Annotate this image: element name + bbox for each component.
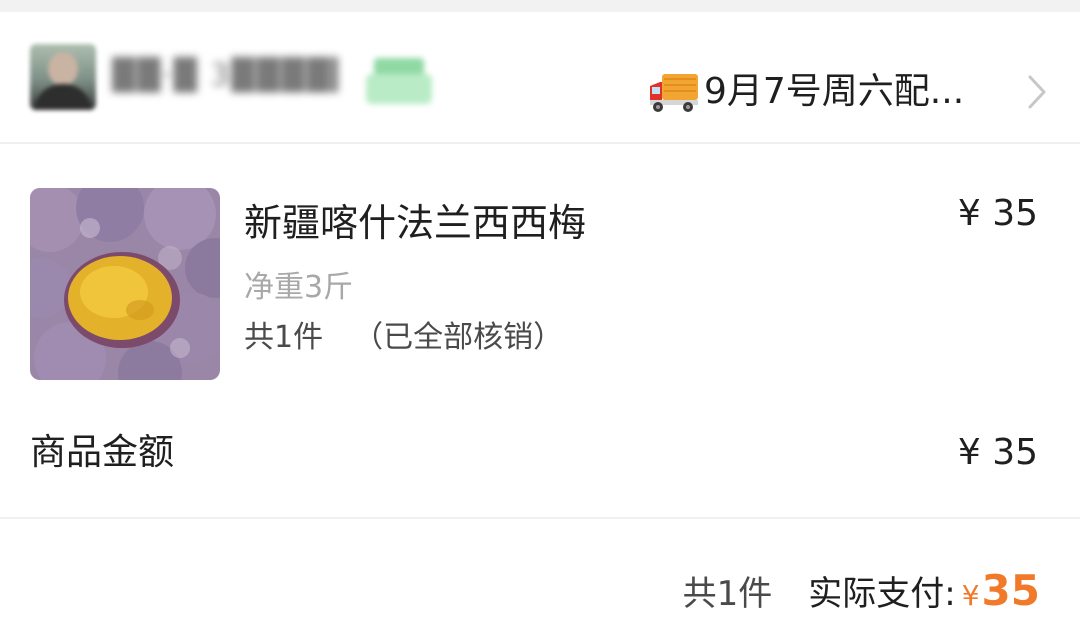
top-strip xyxy=(0,0,1080,12)
product-spec: 净重3斤 xyxy=(244,270,354,305)
redemption-status: （已全部核销） xyxy=(353,320,564,355)
product-title[interactable]: 新疆喀什法兰西西梅 xyxy=(244,196,586,250)
total-count: 共1件 xyxy=(682,574,773,614)
delivery-date[interactable]: 9月7号周六配... xyxy=(704,66,1004,118)
plum-photo xyxy=(30,188,220,380)
amount-label: 商品金额 xyxy=(30,432,175,473)
truck-icon xyxy=(650,74,698,112)
avatar-face xyxy=(48,52,78,86)
product-quantity: 共1件 （已全部核销） xyxy=(244,318,563,358)
product-price: ¥ 35 xyxy=(957,193,1038,234)
avatar[interactable] xyxy=(30,44,96,110)
paid-currency: ¥ xyxy=(961,579,980,612)
chevron-right-icon[interactable] xyxy=(1026,74,1048,110)
divider xyxy=(0,517,1080,519)
store-badge-icon xyxy=(366,56,432,110)
payment-total: 共1件 实际支付: ¥ 35 xyxy=(683,566,1040,622)
store-name[interactable]: ██·█ 3███████ xyxy=(112,56,338,96)
amount-value: ¥ 35 xyxy=(957,432,1038,473)
avatar-shoulders xyxy=(34,84,92,110)
paid-amount: 35 xyxy=(981,566,1040,615)
paid-label: 实际支付: xyxy=(808,574,956,614)
order-header[interactable]: ██·█ 3███████ 9月7号周六配... xyxy=(0,12,1080,144)
product-qty-count: 共1件 xyxy=(244,320,324,355)
product-image[interactable] xyxy=(30,188,220,380)
